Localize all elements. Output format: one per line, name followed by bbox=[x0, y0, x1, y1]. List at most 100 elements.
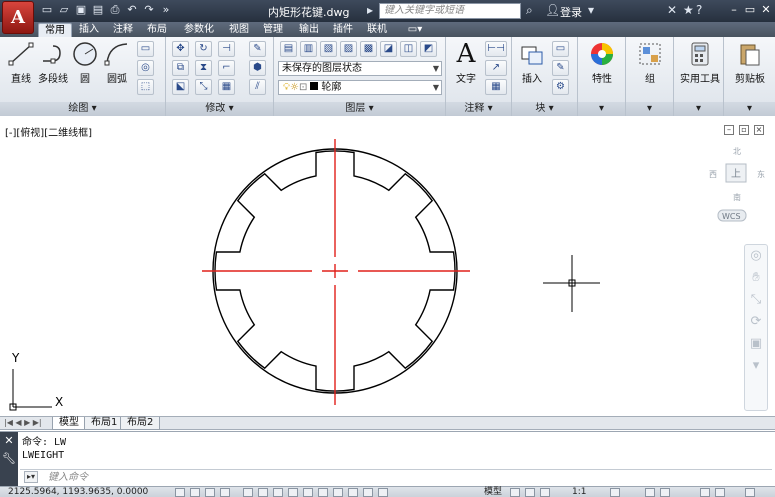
quick-properties-icon[interactable] bbox=[363, 488, 373, 497]
offset-icon[interactable]: ⫽ bbox=[249, 79, 266, 95]
copy-icon[interactable]: ⧉ bbox=[172, 60, 189, 76]
block-panel-title[interactable]: 块 ▾ bbox=[512, 102, 577, 116]
search-icon[interactable]: ⌕ bbox=[526, 3, 533, 18]
layer-off-icon[interactable]: ▩ bbox=[360, 41, 377, 57]
tab-layout[interactable]: 布局 bbox=[142, 23, 172, 37]
ellipse-icon[interactable]: ⬚ bbox=[137, 79, 154, 95]
selection-cycling-icon[interactable] bbox=[378, 488, 388, 497]
ribbon-options-icon[interactable]: ▭▾ bbox=[404, 23, 426, 37]
text-tool[interactable]: A 文字 bbox=[448, 41, 484, 85]
tab-model[interactable]: 模型 bbox=[52, 417, 86, 430]
hatch-icon[interactable]: ◎ bbox=[137, 60, 154, 76]
close-button[interactable]: ✕ bbox=[758, 3, 774, 17]
workspace-switching-icon[interactable] bbox=[645, 488, 655, 497]
groups-panel-title[interactable]: ▾ bbox=[626, 102, 673, 116]
dynamic-input-icon[interactable] bbox=[318, 488, 328, 497]
fillet-icon[interactable]: ⌐ bbox=[218, 60, 235, 76]
minimize-button[interactable]: – bbox=[726, 3, 742, 17]
wrench-icon[interactable]: 🔧︎ bbox=[0, 450, 18, 468]
undo-icon[interactable]: ↶ bbox=[125, 3, 139, 17]
clipboard-panel-title[interactable]: ▾ bbox=[724, 102, 775, 116]
layer-lock-icon[interactable]: ◩ bbox=[420, 41, 437, 57]
scale-icon[interactable]: ⤡ bbox=[195, 79, 212, 95]
utilities-panel-title[interactable]: ▾ bbox=[674, 102, 723, 116]
stretch-icon[interactable]: ⬕ bbox=[172, 79, 189, 95]
quick-view-layouts-icon[interactable] bbox=[510, 488, 520, 497]
close-icon[interactable]: ✕ bbox=[0, 432, 18, 450]
drawing-area[interactable]: [-][俯视][二维线框] – ▫ × Y X 北 西 东 南 上 WCS ◎ … bbox=[0, 117, 775, 416]
tab-manage[interactable]: 管理 bbox=[258, 23, 288, 37]
infer-constraints-icon[interactable] bbox=[175, 488, 185, 497]
tab-layout2[interactable]: 布局2 bbox=[120, 417, 161, 430]
tab-insert[interactable]: 插入 bbox=[74, 23, 104, 37]
rotate-icon[interactable]: ↻ bbox=[195, 41, 212, 57]
hardware-acceleration-icon[interactable] bbox=[700, 488, 710, 497]
tab-parametric[interactable]: 参数化 bbox=[176, 23, 222, 37]
line-tool[interactable]: 直线 bbox=[3, 41, 39, 85]
quick-view-drawings-icon[interactable] bbox=[525, 488, 535, 497]
utilities-tool[interactable]: 实用工具 bbox=[678, 41, 722, 85]
polar-tracking-icon[interactable] bbox=[243, 488, 253, 497]
tab-online[interactable]: 联机 bbox=[362, 23, 392, 37]
annotation-panel-title[interactable]: 注释 ▾ bbox=[446, 102, 511, 116]
transparency-icon[interactable] bbox=[348, 488, 358, 497]
cursor-coordinates[interactable]: 2125.5964, 1193.9635, 0.0000 bbox=[8, 487, 148, 497]
object-snap-icon[interactable] bbox=[258, 488, 268, 497]
exchange-icon[interactable]: ✕ bbox=[667, 3, 677, 17]
pan-status-icon[interactable] bbox=[540, 488, 550, 497]
layer-state-icon[interactable]: ▥ bbox=[300, 41, 317, 57]
array-icon[interactable]: ▦ bbox=[218, 79, 235, 95]
model-space-label[interactable]: 模型 bbox=[484, 487, 502, 497]
tab-view[interactable]: 视图 bbox=[224, 23, 254, 37]
user-icon[interactable]: 👤︎ bbox=[545, 3, 560, 17]
circle-tool[interactable]: 圆 bbox=[67, 41, 103, 85]
trim-icon[interactable]: ⊣ bbox=[218, 41, 235, 57]
insert-tool[interactable]: 插入 bbox=[514, 41, 550, 85]
login-button[interactable]: 登录 bbox=[560, 4, 582, 20]
leader-icon[interactable]: ↗ bbox=[485, 60, 507, 76]
erase-icon[interactable]: ✎ bbox=[249, 41, 266, 57]
modify-panel-title[interactable]: 修改 ▾ bbox=[166, 102, 273, 116]
current-layer-dropdown[interactable]: 💡︎☼⊡ 轮廓 ▼ bbox=[278, 80, 442, 95]
edit-block-icon[interactable]: ✎ bbox=[552, 60, 569, 76]
mirror-icon[interactable]: ⧗ bbox=[195, 60, 212, 76]
layout-nav-arrows-icon[interactable]: |◀ ◀ ▶ ▶| bbox=[4, 418, 42, 427]
lineweight-icon[interactable] bbox=[333, 488, 343, 497]
viewcube[interactable]: 北 西 东 南 上 WCS bbox=[709, 147, 765, 222]
properties-tool[interactable]: 特性 bbox=[584, 41, 620, 85]
layer-properties-icon[interactable]: ▤ bbox=[280, 41, 297, 57]
navbar-options-icon[interactable]: ▾ bbox=[745, 355, 767, 377]
print-icon[interactable]: ⎙ bbox=[108, 3, 122, 17]
3d-osnap-icon[interactable] bbox=[273, 488, 283, 497]
clean-screen-icon[interactable] bbox=[745, 488, 755, 497]
redo-icon[interactable]: ↷ bbox=[142, 3, 156, 17]
annotation-scale[interactable]: 1:1 bbox=[572, 487, 586, 497]
steeringwheel-icon[interactable]: ◎ bbox=[745, 245, 767, 267]
annotation-visibility-icon[interactable] bbox=[610, 488, 620, 497]
arc-tool[interactable]: 圆弧 bbox=[99, 41, 135, 85]
tab-home[interactable]: 常用 bbox=[38, 23, 72, 37]
more-icon[interactable]: » bbox=[159, 3, 173, 17]
polyline-tool[interactable]: 多段线 bbox=[35, 41, 71, 85]
open-icon[interactable]: ▱ bbox=[57, 3, 71, 17]
favorites-icon[interactable]: ★ bbox=[683, 3, 694, 17]
pan-icon[interactable]: ✋︎ bbox=[745, 267, 767, 289]
clipboard-tool[interactable]: 剪贴板 bbox=[728, 41, 772, 85]
tab-annotate[interactable]: 注释 bbox=[108, 23, 138, 37]
command-chevron-icon[interactable]: ▸▾ bbox=[24, 471, 38, 483]
command-input[interactable]: ▸▾ 键入命令 bbox=[20, 469, 772, 484]
lock-ui-icon[interactable] bbox=[660, 488, 670, 497]
edit-attributes-icon[interactable]: ⚙ bbox=[552, 79, 569, 95]
tab-plugins[interactable]: 插件 bbox=[328, 23, 358, 37]
layer-state-dropdown[interactable]: 未保存的图层状态 ▼ bbox=[278, 61, 442, 76]
search-input[interactable]: 键入关键字或短语 bbox=[379, 3, 521, 19]
save-as-icon[interactable]: ▤ bbox=[91, 3, 105, 17]
zoom-icon[interactable]: ⤡ bbox=[745, 289, 767, 311]
ortho-mode-icon[interactable] bbox=[220, 488, 230, 497]
isolate-objects-icon[interactable] bbox=[715, 488, 725, 497]
properties-panel-title[interactable]: ▾ bbox=[578, 102, 625, 116]
application-menu-button[interactable]: A bbox=[2, 1, 34, 34]
layers-panel-title[interactable]: 图层 ▾ bbox=[274, 102, 445, 116]
group-tool[interactable]: 组 bbox=[632, 41, 668, 85]
rectangle-icon[interactable]: ▭ bbox=[137, 41, 154, 57]
